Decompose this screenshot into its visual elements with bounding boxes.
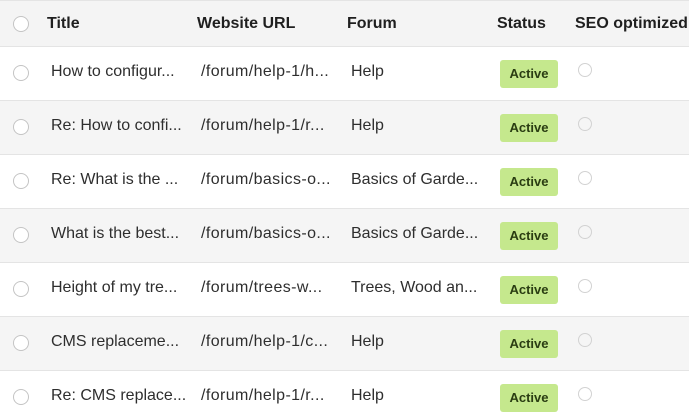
table-row[interactable]: CMS replaceme... /forum/help-1/c... Help…	[0, 317, 689, 371]
table-row[interactable]: What is the best... /forum/basics-o... B…	[0, 209, 689, 263]
seo-optimized-radio[interactable]	[578, 63, 592, 77]
post-url: /forum/help-1/r...	[201, 117, 325, 134]
row-select-radio[interactable]	[13, 119, 29, 135]
status-badge: Active	[500, 384, 558, 412]
post-forum: Help	[351, 63, 384, 80]
seo-optimized-radio[interactable]	[578, 117, 592, 131]
post-title[interactable]: CMS replaceme...	[51, 333, 191, 351]
status-badge: Active	[500, 222, 558, 250]
post-forum: Help	[351, 117, 384, 134]
column-header-forum[interactable]: Forum	[347, 15, 397, 33]
column-header-seo-optimized[interactable]: SEO optimized	[575, 15, 688, 33]
seo-optimized-radio[interactable]	[578, 333, 592, 347]
select-all-radio[interactable]	[13, 16, 29, 32]
post-url: /forum/trees-w...	[201, 279, 323, 296]
column-header-title[interactable]: Title	[47, 15, 80, 33]
table-row[interactable]: How to configur... /forum/help-1/h... He…	[0, 47, 689, 101]
post-title[interactable]: Height of my tre...	[51, 279, 191, 297]
post-url: /forum/basics-o...	[201, 171, 331, 188]
post-forum: Help	[351, 333, 384, 350]
table-header: Title Website URL Forum Status SEO optim…	[0, 0, 689, 47]
post-title[interactable]: What is the best...	[51, 225, 191, 243]
forum-posts-table: Title Website URL Forum Status SEO optim…	[0, 0, 689, 418]
post-title[interactable]: Re: How to confi...	[51, 117, 191, 135]
row-select-radio[interactable]	[13, 335, 29, 351]
post-title[interactable]: Re: What is the ...	[51, 171, 191, 189]
status-badge: Active	[500, 60, 558, 88]
post-forum: Basics of Garde...	[351, 171, 479, 188]
seo-optimized-radio[interactable]	[578, 387, 592, 401]
post-title[interactable]: How to configur...	[51, 63, 191, 81]
row-select-radio[interactable]	[13, 389, 29, 405]
post-forum: Trees, Wood an...	[351, 279, 478, 296]
post-url: /forum/help-1/c...	[201, 333, 329, 350]
table-row[interactable]: Re: How to confi... /forum/help-1/r... H…	[0, 101, 689, 155]
status-badge: Active	[500, 330, 558, 358]
column-header-website-url[interactable]: Website URL	[197, 15, 295, 33]
status-badge: Active	[500, 276, 558, 304]
seo-optimized-radio[interactable]	[578, 171, 592, 185]
seo-optimized-radio[interactable]	[578, 225, 592, 239]
status-badge: Active	[500, 114, 558, 142]
row-select-radio[interactable]	[13, 65, 29, 81]
row-select-radio[interactable]	[13, 281, 29, 297]
post-forum: Basics of Garde...	[351, 225, 479, 242]
column-header-status[interactable]: Status	[497, 15, 546, 33]
table-row[interactable]: Re: What is the ... /forum/basics-o... B…	[0, 155, 689, 209]
post-url: /forum/basics-o...	[201, 225, 331, 242]
status-badge: Active	[500, 168, 558, 196]
row-select-radio[interactable]	[13, 227, 29, 243]
post-url: /forum/help-1/h...	[201, 63, 330, 80]
seo-optimized-radio[interactable]	[578, 279, 592, 293]
table-row[interactable]: Height of my tre... /forum/trees-w... Tr…	[0, 263, 689, 317]
post-forum: Help	[351, 387, 384, 404]
table-row[interactable]: Re: CMS replace... /forum/help-1/r... He…	[0, 371, 689, 418]
post-title[interactable]: Re: CMS replace...	[51, 387, 191, 405]
post-url: /forum/help-1/r...	[201, 387, 325, 404]
row-select-radio[interactable]	[13, 173, 29, 189]
